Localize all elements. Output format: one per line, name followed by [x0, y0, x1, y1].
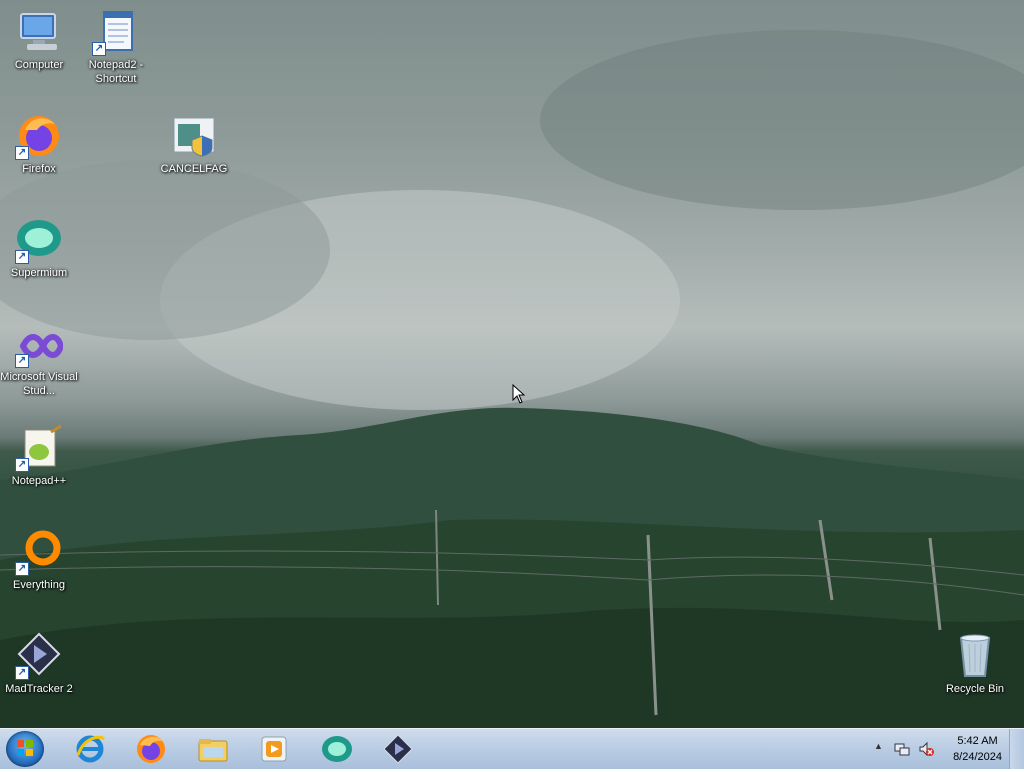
icon-label: Notepad2 - Shortcut: [88, 59, 144, 85]
wallpaper: [0, 30, 1024, 728]
clock[interactable]: 5:42 AM 8/24/2024: [953, 733, 1002, 765]
visual-studio-icon: ↗: [15, 320, 65, 368]
shortcut-arrow-icon: ↗: [15, 458, 29, 472]
taskbar-explorer-button[interactable]: [189, 732, 237, 766]
volume-muted-icon[interactable]: [918, 741, 934, 757]
explorer-icon: [198, 739, 228, 762]
start-button[interactable]: [6, 731, 44, 767]
shortcut-arrow-icon: ↗: [15, 354, 29, 368]
firefox-icon: [137, 735, 165, 763]
icon-label: Firefox: [22, 163, 56, 175]
taskbar-supermium-button[interactable]: [313, 732, 361, 766]
computer-icon: [15, 8, 63, 56]
recycle-bin-icon: [951, 632, 999, 680]
ie-icon: [76, 735, 106, 763]
icon-label: Supermium: [10, 267, 68, 279]
taskbar-ie-button[interactable]: [66, 732, 114, 766]
shortcut-arrow-icon: ↗: [15, 562, 29, 576]
media-player-icon: [261, 736, 287, 762]
shortcut-arrow-icon: ↗: [92, 42, 106, 56]
cancelfag-icon: [170, 112, 218, 160]
icon-label: Notepad++: [11, 475, 67, 487]
supermium-icon: [322, 736, 352, 762]
mouse-cursor-icon: [512, 384, 526, 404]
shortcut-arrow-icon: ↗: [15, 666, 29, 680]
desktop-icon-supermium[interactable]: ↗ Supermium: [0, 216, 78, 280]
windows-logo-icon: [17, 740, 33, 756]
desktop-icon-cancelfag[interactable]: CANCELFAG: [155, 112, 233, 176]
taskbar-media-player-button[interactable]: [250, 732, 298, 766]
taskbar-madtracker-button[interactable]: [374, 732, 422, 766]
notepadpp-icon: ↗: [15, 424, 63, 472]
notepad2-icon: ↗: [92, 8, 140, 56]
icon-label: MadTracker 2: [5, 683, 73, 695]
desktop[interactable]: Computer ↗ Notepad2 - Shortcut ↗ Firefox…: [0, 0, 1024, 728]
madtracker-icon: [383, 734, 413, 764]
clock-time: 5:42 AM: [957, 735, 998, 747]
supermium-icon: ↗: [15, 216, 63, 264]
desktop-icon-visual-studio[interactable]: ↗ Microsoft Visual Stud...: [0, 320, 78, 398]
desktop-icon-notepadpp[interactable]: ↗ Notepad++: [0, 424, 78, 488]
everything-icon: ↗: [15, 528, 63, 576]
icon-label: Everything: [13, 579, 65, 591]
icon-label: CANCELFAG: [160, 163, 228, 175]
desktop-icon-recycle-bin[interactable]: Recycle Bin: [936, 632, 1014, 696]
icon-label: Computer: [14, 59, 64, 71]
firefox-icon: ↗: [15, 112, 63, 160]
show-desktop-button[interactable]: [1009, 729, 1024, 769]
clock-date: 8/24/2024: [953, 751, 1002, 763]
icon-label: Recycle Bin: [945, 683, 1005, 695]
system-tray: ▲ 5:42 AM 8/24/2024: [864, 729, 1024, 769]
desktop-icon-everything[interactable]: ↗ Everything: [0, 528, 78, 592]
network-icon[interactable]: [894, 741, 910, 757]
desktop-icon-notepad2[interactable]: ↗ Notepad2 - Shortcut: [77, 8, 155, 86]
desktop-icon-computer[interactable]: Computer: [0, 8, 78, 72]
desktop-icon-madtracker[interactable]: ↗ MadTracker 2: [0, 632, 78, 696]
shortcut-arrow-icon: ↗: [15, 250, 29, 264]
desktop-icon-firefox[interactable]: ↗ Firefox: [0, 112, 78, 176]
icon-label: Microsoft Visual Stud...: [0, 371, 78, 397]
madtracker-icon: ↗: [15, 632, 63, 680]
taskbar-firefox-button[interactable]: [127, 732, 175, 766]
taskbar: ▲ 5:42 AM 8/24/2024: [0, 728, 1024, 769]
shortcut-arrow-icon: ↗: [15, 146, 29, 160]
show-hidden-icons-chevron-icon[interactable]: ▲: [874, 741, 883, 751]
